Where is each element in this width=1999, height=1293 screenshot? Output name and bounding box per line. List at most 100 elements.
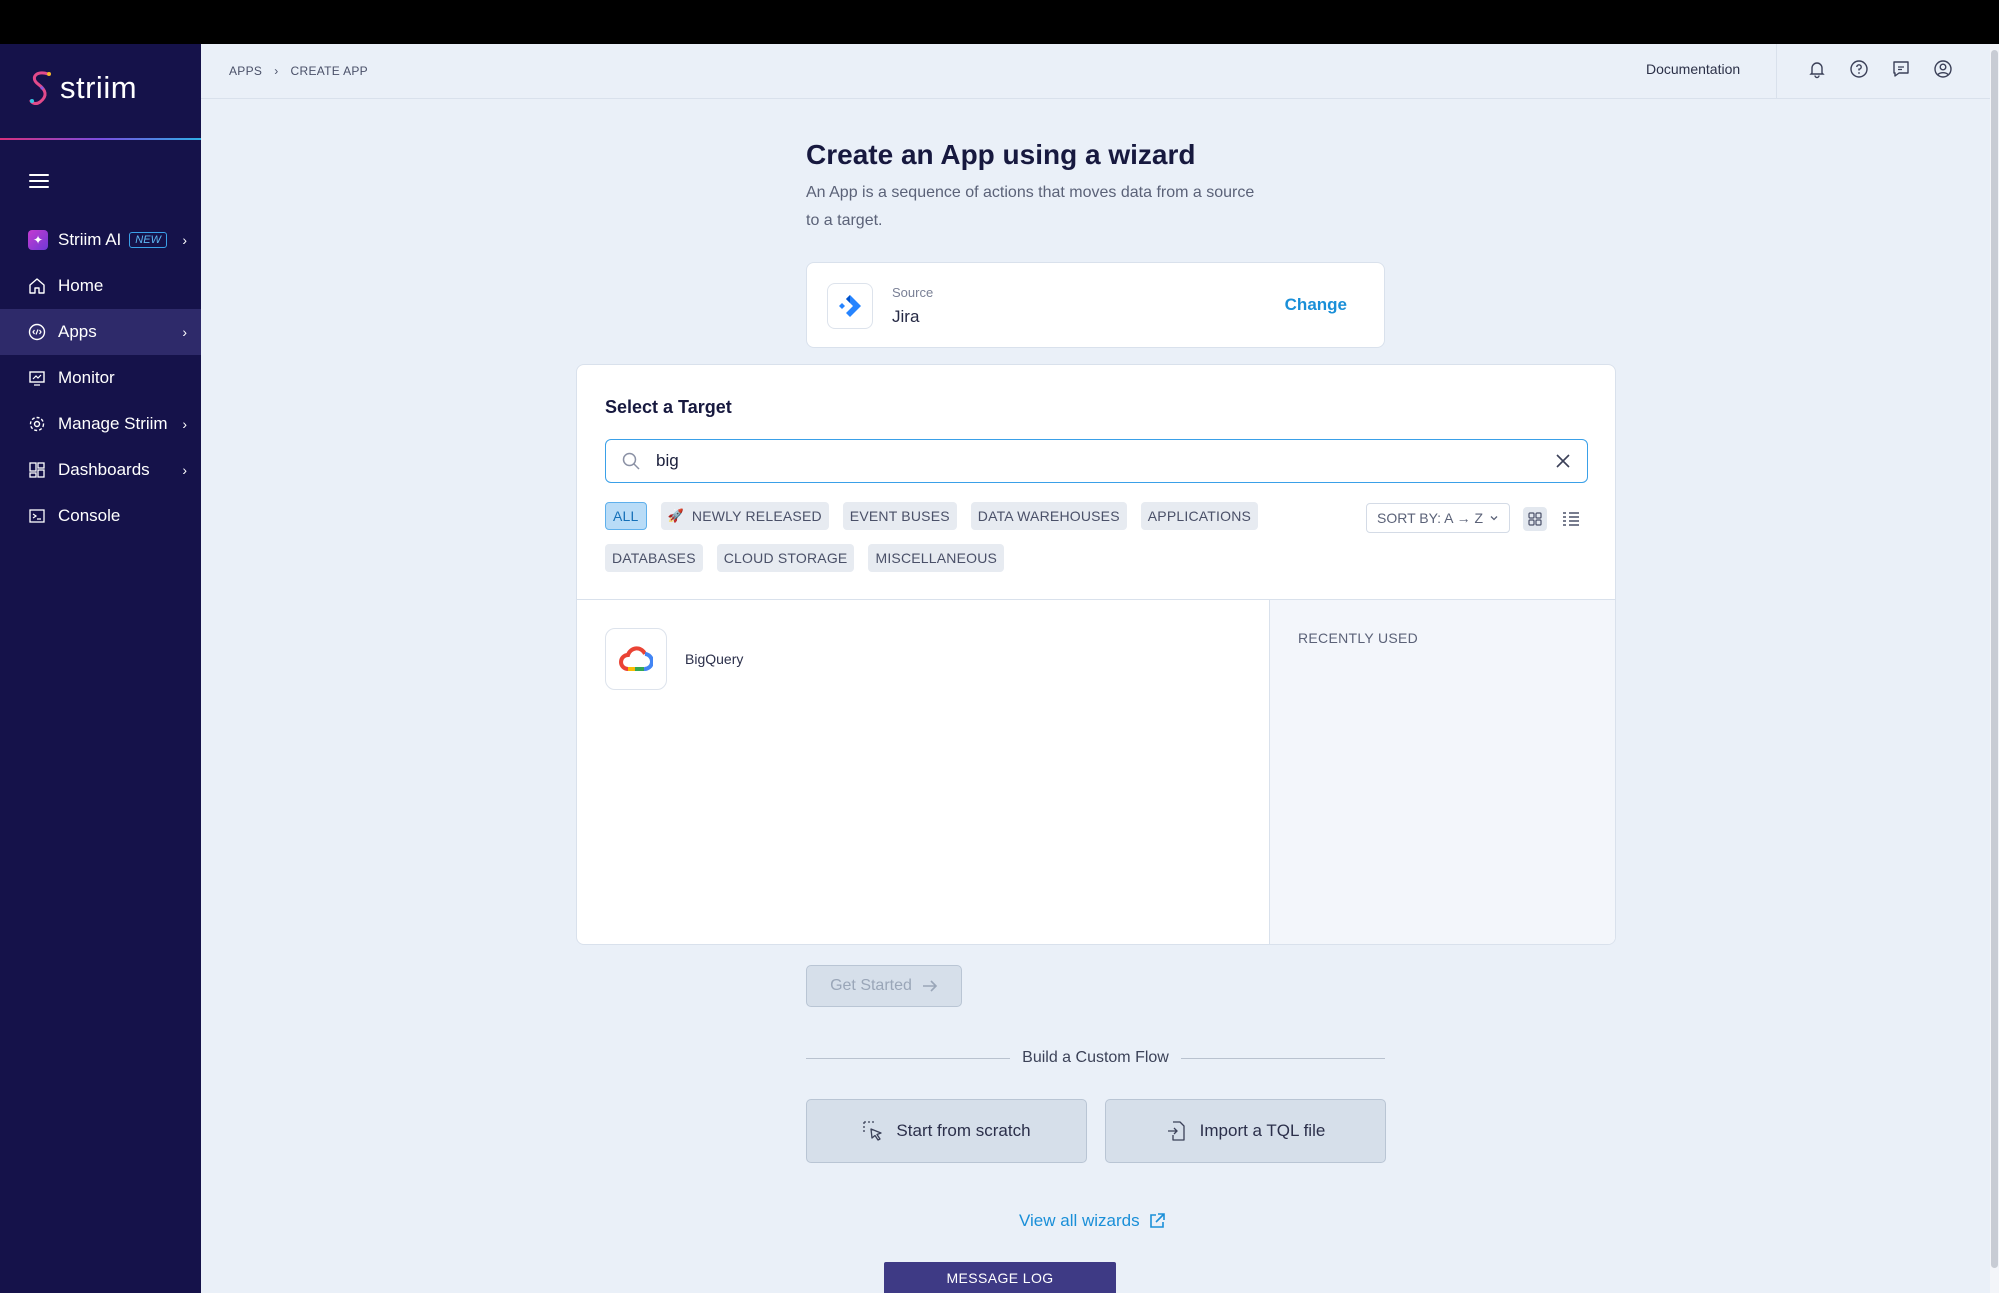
breadcrumb-apps[interactable]: APPS: [229, 64, 262, 78]
striim-logo[interactable]: striim: [28, 68, 137, 108]
chip-event-buses[interactable]: EVENT BUSES: [842, 502, 957, 530]
cursor-select-icon: [863, 1121, 883, 1141]
sidebar: striim ✦ Striim AI NEW › Home Apps › Mon…: [0, 44, 201, 1293]
result-item-bigquery[interactable]: BigQuery: [605, 628, 743, 690]
page-header: APPS › CREATE APP Documentation: [201, 44, 1990, 99]
sidebar-item-label: Home: [58, 276, 104, 295]
help-icon[interactable]: [1849, 59, 1869, 79]
sidebar-item-label: Monitor: [58, 368, 115, 387]
page-title: Create an App using a wizard: [806, 139, 1196, 170]
chip-cloud-storage[interactable]: CLOUD STORAGE: [716, 544, 855, 572]
home-icon: [29, 278, 45, 294]
breadcrumb-create-app: CREATE APP: [290, 64, 368, 78]
sort-label: SORT BY: A → Z: [1377, 510, 1484, 526]
start-from-scratch-label: Start from scratch: [896, 1121, 1031, 1140]
chip-label: NEWLY RELEASED: [691, 508, 822, 524]
monitor-icon: [29, 371, 45, 386]
breadcrumb: APPS › CREATE APP: [229, 64, 368, 78]
sidebar-item-label: Manage Striim: [58, 414, 168, 433]
chip-all[interactable]: ALL: [605, 502, 647, 530]
change-source-link[interactable]: Change: [1285, 295, 1347, 315]
dashboard-icon: [29, 462, 45, 478]
striim-logo-icon: [29, 71, 51, 106]
import-tql-label: Import a TQL file: [1199, 1121, 1326, 1140]
chip-databases[interactable]: DATABASES: [605, 544, 703, 572]
chip-miscellaneous[interactable]: MISCELLANEOUS: [868, 544, 1005, 572]
start-from-scratch-button[interactable]: Start from scratch: [806, 1099, 1087, 1163]
message-log-button[interactable]: MESSAGE LOG: [884, 1262, 1116, 1293]
chevron-right-icon: ›: [182, 416, 187, 432]
brand-name: striim: [60, 70, 138, 105]
chip-applications[interactable]: APPLICATIONS: [1140, 502, 1259, 530]
file-import-icon: [1167, 1121, 1185, 1141]
rocket-icon: 🚀: [667, 508, 684, 523]
select-target-panel: Select a Target ALL 🚀 NEWLY RELEASED EVEN…: [576, 364, 1616, 945]
chevron-right-icon: ›: [182, 324, 187, 340]
window-top-bar: [0, 0, 1999, 44]
select-target-title: Select a Target: [605, 397, 732, 417]
divider-line: [806, 1057, 1011, 1059]
chat-icon[interactable]: [1891, 59, 1911, 79]
target-search-box[interactable]: [605, 439, 1588, 483]
sidebar-item-home[interactable]: Home: [0, 263, 201, 309]
sidebar-nav: ✦ Striim AI NEW › Home Apps › Monitor Ma…: [0, 217, 201, 539]
scrollbar-thumb[interactable]: [1991, 50, 1998, 1268]
sidebar-item-label: Dashboards: [58, 460, 150, 479]
chip-newly-released[interactable]: 🚀 NEWLY RELEASED: [660, 502, 829, 530]
view-all-wizards-link[interactable]: View all wizards: [1019, 1211, 1166, 1231]
recently-used-title: RECENTLY USED: [1298, 630, 1419, 646]
sidebar-divider: [0, 138, 201, 140]
sort-dropdown[interactable]: SORT BY: A → Z: [1366, 503, 1511, 533]
documentation-link[interactable]: Documentation: [1646, 61, 1740, 77]
chip-data-warehouses[interactable]: DATA WAREHOUSES: [970, 502, 1127, 530]
header-divider: [1776, 44, 1777, 99]
breadcrumb-separator: ›: [274, 64, 279, 78]
source-value: Jira: [892, 307, 920, 326]
arrow-right-icon: [922, 980, 938, 992]
chevron-right-icon: ›: [182, 232, 187, 248]
user-avatar-icon[interactable]: [1933, 59, 1953, 79]
sidebar-item-label: Apps: [58, 322, 97, 341]
target-results: BigQuery: [577, 599, 1269, 944]
header-icons: [1807, 59, 1953, 79]
divider-line: [1180, 1057, 1385, 1059]
sidebar-item-manage-striim[interactable]: Manage Striim ›: [0, 401, 201, 447]
sidebar-item-dashboards[interactable]: Dashboards ›: [0, 447, 201, 493]
search-icon: [622, 452, 640, 470]
page-subtitle: An App is a sequence of actions that mov…: [806, 184, 1255, 229]
grid-view-icon[interactable]: [1523, 507, 1547, 531]
category-chips: ALL 🚀 NEWLY RELEASED EVENT BUSES DATA WAR…: [605, 502, 1365, 572]
jira-icon: [827, 283, 873, 329]
source-label: Source: [892, 285, 934, 300]
recently-used-panel: RECENTLY USED: [1269, 599, 1615, 944]
main-content: APPS › CREATE APP Documentation Create a…: [201, 44, 1990, 1293]
result-name: BigQuery: [685, 651, 744, 667]
sidebar-item-striim-ai[interactable]: ✦ Striim AI NEW ›: [0, 217, 201, 263]
sidebar-item-console[interactable]: Console: [0, 493, 201, 539]
apps-icon: [28, 323, 46, 341]
sidebar-item-apps[interactable]: Apps ›: [0, 309, 201, 355]
new-badge: NEW: [129, 232, 167, 248]
external-link-icon: [1149, 1213, 1165, 1228]
close-icon[interactable]: [1555, 453, 1571, 469]
get-started-button[interactable]: Get Started: [806, 965, 962, 1007]
get-started-label: Get Started: [830, 977, 912, 994]
view-all-wizards-label: View all wizards: [1019, 1211, 1140, 1230]
chevron-down-icon: [1490, 516, 1498, 521]
sparkle-icon: ✦: [28, 230, 48, 250]
gear-icon: [29, 416, 45, 432]
sidebar-item-label: Console: [58, 506, 121, 525]
sidebar-item-monitor[interactable]: Monitor: [0, 355, 201, 401]
target-search-input[interactable]: [656, 449, 1516, 473]
terminal-icon: [29, 509, 45, 523]
hamburger-menu-icon[interactable]: [29, 174, 49, 190]
chevron-right-icon: ›: [182, 462, 187, 478]
custom-flow-divider: Build a Custom Flow: [806, 1046, 1385, 1070]
sidebar-item-label: Striim AI: [58, 230, 122, 249]
source-card: Source Jira Change: [806, 262, 1385, 348]
bell-icon[interactable]: [1807, 59, 1827, 79]
google-cloud-icon: [605, 628, 667, 690]
import-tql-button[interactable]: Import a TQL file: [1105, 1099, 1386, 1163]
list-view-icon[interactable]: [1559, 507, 1583, 531]
custom-flow-label: Build a Custom Flow: [1022, 1049, 1169, 1066]
